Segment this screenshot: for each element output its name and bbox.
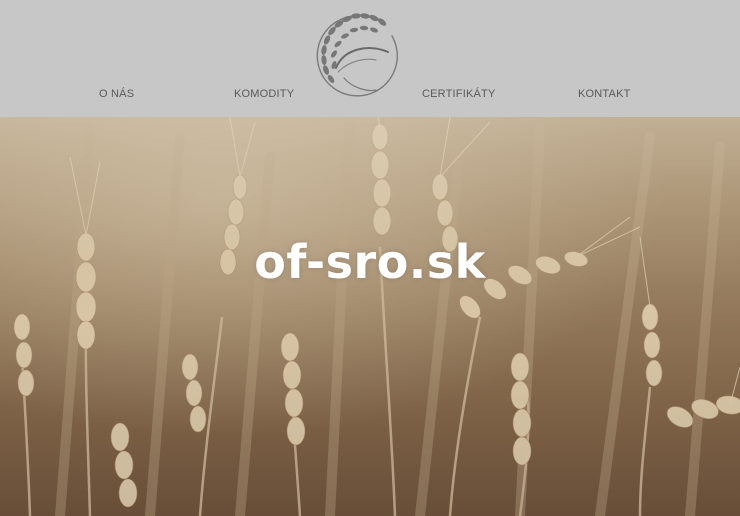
nav-item-komodity[interactable]: KOMODITY xyxy=(234,88,294,100)
nav-item-kontakt[interactable]: KONTAKT xyxy=(578,88,631,100)
page: O NÁS KOMODITY CERTIFIKÁTY KONTAKT of-sr… xyxy=(0,0,740,516)
hero-title: of-sro.sk xyxy=(254,235,486,289)
nav-item-certifikaty[interactable]: CERTIFIKÁTY xyxy=(422,88,496,100)
wheat-wreath-logo-icon[interactable] xyxy=(314,8,406,102)
nav-item-o-nas[interactable]: O NÁS xyxy=(99,88,134,100)
hero-banner: of-sro.sk xyxy=(0,117,740,516)
site-header: O NÁS KOMODITY CERTIFIKÁTY KONTAKT xyxy=(0,0,740,117)
wheat-field-image xyxy=(0,117,740,516)
